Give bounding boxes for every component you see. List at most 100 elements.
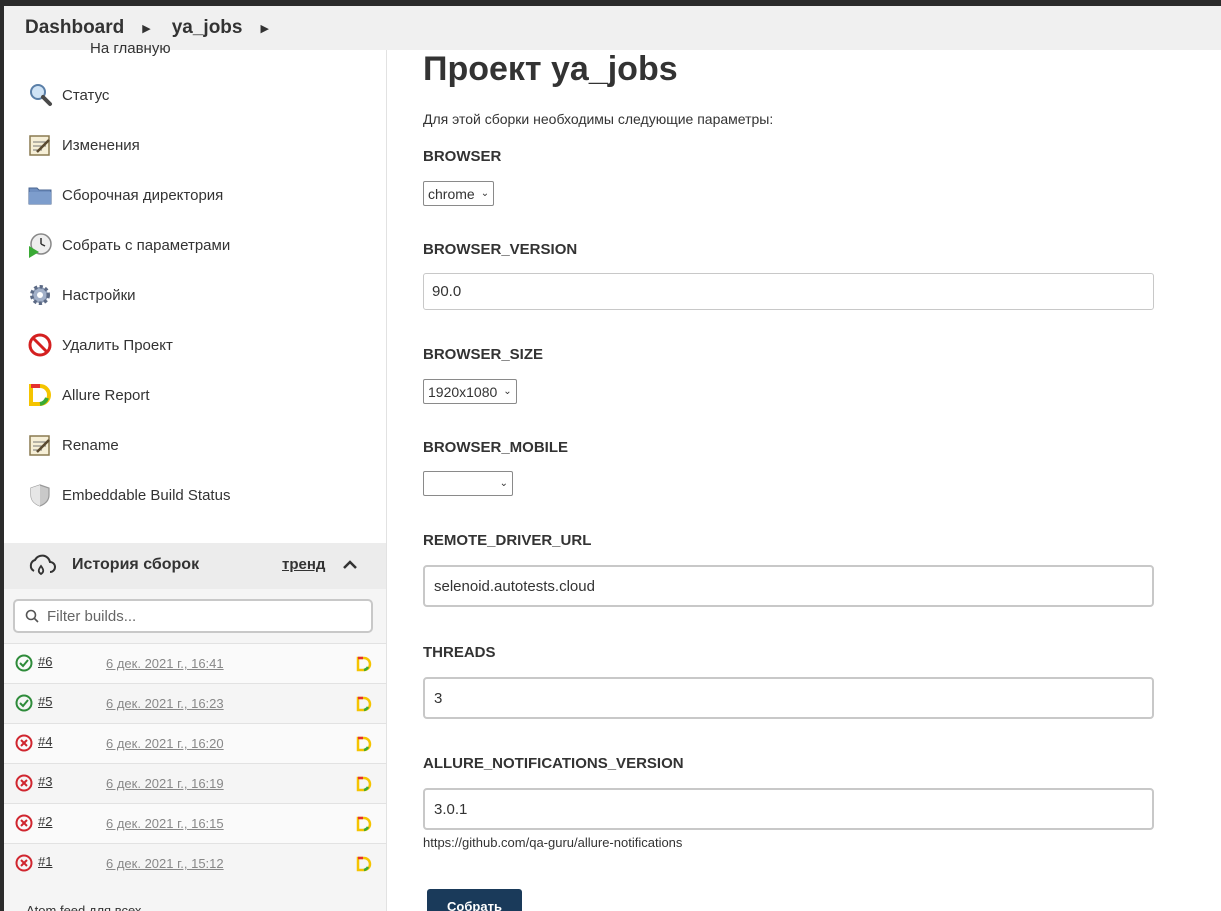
- build-date-link[interactable]: 6 дек. 2021 г., 16:41: [106, 656, 224, 671]
- browser-version-input[interactable]: 90.0: [423, 273, 1154, 310]
- browser-mobile-select[interactable]: ⌄: [423, 471, 513, 496]
- failed-x-icon: [15, 814, 33, 832]
- success-check-icon: [15, 694, 33, 712]
- cloud-icon: [26, 553, 56, 581]
- build-number-link[interactable]: #5: [38, 694, 52, 709]
- notepad-icon: [26, 131, 54, 159]
- build-row: #4 6 дек. 2021 г., 16:20: [4, 723, 386, 764]
- sidebar-item-rename[interactable]: Rename: [26, 428, 119, 462]
- browser-size-select-value: 1920x1080: [428, 383, 498, 400]
- remote-driver-url-input[interactable]: selenoid.autotests.cloud: [423, 565, 1154, 607]
- param-label-browser-version: BROWSER_VERSION: [423, 241, 578, 258]
- allure-icon[interactable]: [356, 736, 372, 752]
- chevron-down-icon: ⌄: [503, 386, 512, 397]
- failed-x-icon: [15, 774, 33, 792]
- build-date-link[interactable]: 6 дек. 2021 г., 16:20: [106, 736, 224, 751]
- threads-input[interactable]: 3: [423, 677, 1154, 719]
- threads-value: 3: [434, 689, 443, 707]
- sidebar-item-home-partial[interactable]: На главную: [90, 40, 171, 57]
- filter-builds-field[interactable]: [13, 599, 373, 633]
- sidebar-item-label: Настройки: [62, 286, 136, 304]
- chevron-down-icon: ⌄: [499, 478, 508, 489]
- allure-icon[interactable]: [356, 696, 372, 712]
- sidebar-item-delete-project[interactable]: Удалить Проект: [26, 328, 173, 362]
- build-button[interactable]: Собрать: [427, 889, 522, 911]
- breadcrumb-separator-icon[interactable]: ▶: [142, 22, 150, 35]
- allure-icon[interactable]: [356, 856, 372, 872]
- build-number-link[interactable]: #2: [38, 814, 52, 829]
- notepad-icon: [26, 431, 54, 459]
- search-icon: [26, 81, 54, 109]
- param-label-browser: BROWSER: [423, 148, 502, 165]
- allure-notifications-hint: https://github.com/qa-guru/allure-notifi…: [423, 835, 683, 850]
- build-date-link[interactable]: 6 дек. 2021 г., 16:19: [106, 776, 224, 791]
- browser-version-value: 90.0: [432, 283, 462, 300]
- build-row: #2 6 дек. 2021 г., 16:15: [4, 803, 386, 844]
- sidebar-item-build-with-parameters[interactable]: Собрать с параметрами: [26, 228, 230, 262]
- allure-icon[interactable]: [356, 816, 372, 832]
- sidebar-item-label: Собрать с параметрами: [62, 236, 231, 254]
- sidebar-item-label: Изменения: [62, 136, 140, 154]
- allure-notifications-version-input[interactable]: 3.0.1: [423, 788, 1154, 830]
- sidebar-item-embeddable-build-status[interactable]: Embeddable Build Status: [26, 478, 230, 512]
- sidebar-item-label: Статус: [62, 86, 110, 104]
- build-date-link[interactable]: 6 дек. 2021 г., 16:23: [106, 696, 224, 711]
- sidebar: На главную Статус Изменения Сборочная ди…: [4, 40, 387, 911]
- allure-notifications-version-value: 3.0.1: [434, 800, 468, 818]
- clock-play-icon: [26, 231, 54, 259]
- breadcrumb: Dashboard ▶ ya_jobs ▶: [4, 6, 1221, 50]
- build-history-header: История сборок тренд: [4, 543, 386, 589]
- sidebar-item-label: Allure Report: [62, 386, 150, 404]
- browser-select[interactable]: chrome ⌄: [423, 181, 495, 206]
- sidebar-item-workspace[interactable]: Сборочная директория: [26, 178, 223, 212]
- allure-icon[interactable]: [356, 656, 372, 672]
- gear-icon: [26, 281, 54, 309]
- atom-feed-link[interactable]: Atom feed для всех: [26, 903, 141, 911]
- build-history-panel: История сборок тренд #6 6 дек. 2021 г., 1…: [4, 543, 386, 911]
- build-number-link[interactable]: #4: [38, 734, 52, 749]
- build-date-link[interactable]: 6 дек. 2021 г., 15:12: [106, 856, 224, 871]
- failed-x-icon: [15, 854, 33, 872]
- allure-icon[interactable]: [356, 776, 372, 792]
- page-description: Для этой сборки необходимы следующие пар…: [423, 111, 774, 127]
- breadcrumb-separator-icon[interactable]: ▶: [260, 22, 268, 35]
- build-number-link[interactable]: #1: [38, 854, 52, 869]
- failed-x-icon: [15, 734, 33, 752]
- sidebar-item-changes[interactable]: Изменения: [26, 128, 140, 162]
- chevron-down-icon: ⌄: [480, 188, 490, 199]
- sidebar-item-label: Embeddable Build Status: [62, 486, 231, 504]
- browser-size-select[interactable]: 1920x1080 ⌄: [423, 379, 517, 404]
- build-row: #1 6 дек. 2021 г., 15:12: [4, 843, 386, 884]
- build-history-title: История сборок: [72, 556, 200, 573]
- breadcrumb-ya-jobs[interactable]: ya_jobs: [151, 17, 243, 39]
- build-row: #6 6 дек. 2021 г., 16:41: [4, 643, 386, 684]
- search-icon: [25, 609, 39, 623]
- sidebar-item-configure[interactable]: Настройки: [26, 278, 136, 312]
- folder-icon: [26, 181, 54, 209]
- success-check-icon: [15, 654, 33, 672]
- build-number-link[interactable]: #6: [38, 654, 52, 669]
- filter-builds-input[interactable]: [45, 606, 349, 626]
- param-label-remote-driver-url: REMOTE_DRIVER_URL: [423, 532, 592, 549]
- build-row: #3 6 дек. 2021 г., 16:19: [4, 763, 386, 804]
- breadcrumb-dashboard[interactable]: Dashboard: [4, 17, 124, 39]
- shield-icon: [26, 481, 54, 509]
- allure-icon: [26, 381, 54, 409]
- build-row: #5 6 дек. 2021 г., 16:23: [4, 683, 386, 724]
- build-number-link[interactable]: #3: [38, 774, 52, 789]
- no-entry-icon: [26, 331, 54, 359]
- browser-select-value: chrome: [428, 185, 475, 202]
- sidebar-item-label: Rename: [62, 436, 119, 454]
- param-label-allure-notifications-version: ALLURE_NOTIFICATIONS_VERSION: [423, 755, 684, 772]
- remote-driver-url-value: selenoid.autotests.cloud: [434, 577, 595, 595]
- sidebar-item-status[interactable]: Статус: [26, 78, 109, 112]
- page-title: Проект ya_jobs: [423, 50, 678, 88]
- jenkins-window: Dashboard ▶ ya_jobs ▶ На главную Статус …: [4, 6, 1221, 911]
- sidebar-item-allure-report[interactable]: Allure Report: [26, 378, 150, 412]
- chevron-up-icon[interactable]: [340, 555, 360, 575]
- sidebar-item-label: Удалить Проект: [62, 336, 173, 354]
- param-label-threads: THREADS: [423, 644, 496, 661]
- trend-link[interactable]: тренд: [282, 556, 325, 573]
- build-date-link[interactable]: 6 дек. 2021 г., 16:15: [106, 816, 224, 831]
- sidebar-item-label: Сборочная директория: [62, 186, 224, 204]
